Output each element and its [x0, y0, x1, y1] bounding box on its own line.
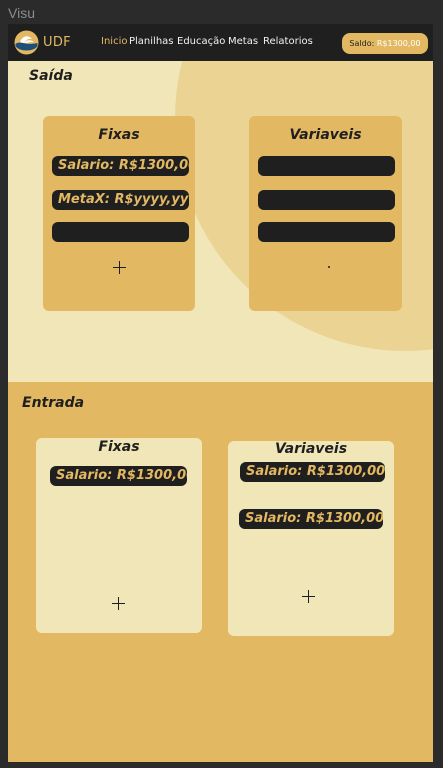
saldo-label: Saldo:	[349, 39, 375, 48]
entrada-section: Entrada Fixas Salario: R$1300,00 Variave…	[8, 382, 433, 762]
add-entrada-fixas-icon[interactable]	[112, 597, 125, 610]
nav-item-inicio[interactable]: Inicio	[101, 36, 127, 47]
entrada-variaveis-row[interactable]: Salario: R$1300,00	[239, 509, 383, 529]
nav-item-relatorios[interactable]: Relatorios	[263, 36, 313, 47]
saida-variaveis-row[interactable]	[258, 190, 395, 210]
navbar: UDF Inicio Planilhas Educação Metas Rela…	[8, 24, 433, 61]
frame-label: Visu	[8, 5, 35, 21]
saida-fixas-card: Fixas Salario: R$1300,00 MetaX: R$yyyy,y…	[43, 116, 195, 311]
entrada-fixas-title: Fixas	[98, 439, 140, 455]
saida-section: Saída Fixas Salario: R$1300,00 MetaX: R$…	[8, 61, 433, 382]
saldo-value: R$1300,00	[376, 39, 421, 48]
saida-fixas-row[interactable]: Salario: R$1300,00	[52, 156, 189, 176]
entrada-title: Entrada	[22, 395, 85, 411]
saida-fixas-row[interactable]: MetaX: R$yyyy,yy	[52, 190, 189, 210]
dot-icon[interactable]	[328, 266, 330, 268]
saida-variaveis-row[interactable]	[258, 156, 395, 176]
logo-text: UDF	[43, 35, 71, 50]
add-saida-fixas-icon[interactable]	[113, 261, 126, 274]
add-entrada-variaveis-icon[interactable]	[302, 590, 315, 603]
saida-variaveis-card: Variaveis	[249, 116, 402, 311]
bird-logo-icon[interactable]	[14, 30, 39, 55]
nav-item-planilhas[interactable]: Planilhas	[129, 36, 174, 47]
saida-variaveis-row[interactable]	[258, 222, 395, 242]
entrada-variaveis-card: Variaveis Salario: R$1300,00 Salario: R$…	[228, 441, 394, 636]
nav-item-educacao[interactable]: Educação	[177, 36, 225, 47]
entrada-variaveis-title: Variaveis	[274, 441, 348, 457]
entrada-fixas-card: Fixas Salario: R$1300,00	[36, 438, 202, 633]
saida-fixas-title: Fixas	[98, 127, 140, 143]
entrada-fixas-row[interactable]: Salario: R$1300,00	[50, 466, 187, 486]
saida-variaveis-title: Variaveis	[289, 127, 362, 143]
saldo-badge: Saldo: R$1300,00	[342, 33, 428, 54]
saida-title: Saída	[29, 68, 73, 84]
entrada-variaveis-row[interactable]: Salario: R$1300,00	[240, 462, 385, 482]
saida-fixas-row[interactable]	[52, 222, 189, 242]
nav-item-metas[interactable]: Metas	[228, 36, 258, 47]
